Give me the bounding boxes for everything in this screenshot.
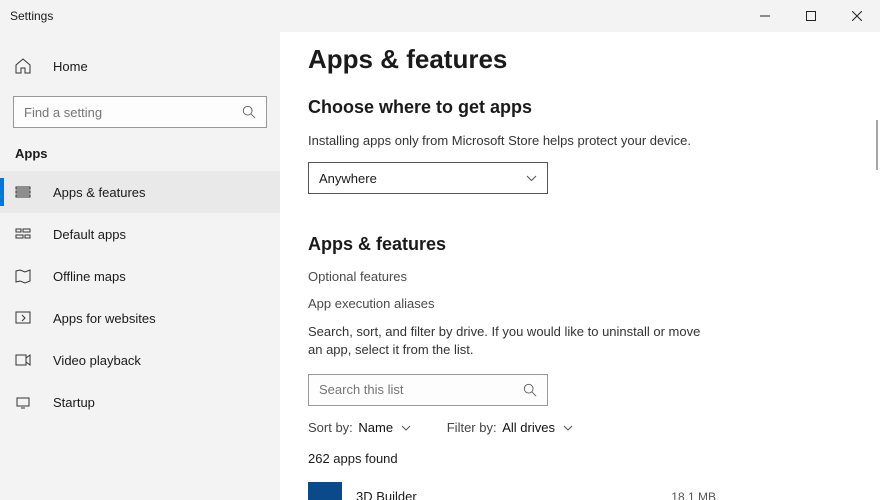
sidebar-heading: Apps [0,146,280,161]
chevron-down-icon [563,425,573,431]
titlebar: Settings [0,0,880,32]
home-icon [15,58,33,74]
search-icon [523,383,537,397]
offline-maps-icon [15,268,33,284]
dropdown-value: Anywhere [319,171,377,186]
main-content: Apps & features Choose where to get apps… [280,32,880,500]
startup-icon [15,394,33,410]
sidebar-item-apps-for-websites[interactable]: Apps for websites [0,297,280,339]
sidebar-search[interactable] [13,96,267,128]
sidebar-item-label: Video playback [53,353,141,368]
filter-by[interactable]: Filter by: All drives [447,420,573,435]
filter-value: All drives [502,420,555,435]
app-name: 3D Builder [356,489,657,500]
where-dropdown[interactable]: Anywhere [308,162,548,194]
section-help-list: Search, sort, and filter by drive. If yo… [308,323,718,359]
chevron-down-icon [401,425,411,431]
page-title: Apps & features [308,44,850,75]
sidebar-item-label: Default apps [53,227,126,242]
app-search[interactable] [308,374,548,406]
apps-features-icon [15,184,33,200]
filter-label: Filter by: [447,420,497,435]
sidebar-item-label: Apps for websites [53,311,156,326]
section-help-where: Installing apps only from Microsoft Stor… [308,132,718,150]
link-optional-features[interactable]: Optional features [308,269,850,284]
sidebar-search-input[interactable] [24,105,242,120]
sidebar-nav: Apps & features Default apps Offline map… [0,171,280,423]
sort-value: Name [358,420,393,435]
window-title: Settings [0,9,53,23]
link-app-execution-aliases[interactable]: App execution aliases [308,296,850,311]
sidebar-item-video-playback[interactable]: Video playback [0,339,280,381]
close-button[interactable] [834,0,880,32]
maximize-button[interactable] [788,0,834,32]
search-icon [242,105,256,119]
app-icon [308,482,342,500]
scrollbar[interactable] [876,120,878,170]
sidebar: Home Apps Apps & features Default apps O… [0,32,280,500]
window-controls [742,0,880,32]
chevron-down-icon [526,175,537,182]
sidebar-item-apps-features[interactable]: Apps & features [0,171,280,213]
app-search-input[interactable] [319,382,523,397]
section-heading-where: Choose where to get apps [308,97,850,118]
sidebar-item-default-apps[interactable]: Default apps [0,213,280,255]
video-playback-icon [15,352,33,368]
app-row[interactable]: 3D Builder 18.1 MB [308,482,850,500]
sort-label: Sort by: [308,420,353,435]
sidebar-item-label: Startup [53,395,95,410]
home-nav[interactable]: Home [0,48,280,84]
sort-by[interactable]: Sort by: Name [308,420,411,435]
home-label: Home [53,59,88,74]
sidebar-item-label: Apps & features [53,185,146,200]
default-apps-icon [15,226,33,242]
app-size: 18.1 MB [671,490,716,500]
sidebar-item-offline-maps[interactable]: Offline maps [0,255,280,297]
sidebar-item-label: Offline maps [53,269,126,284]
apps-for-websites-icon [15,310,33,326]
apps-count: 262 apps found [308,451,850,466]
sidebar-item-startup[interactable]: Startup [0,381,280,423]
section-heading-list: Apps & features [308,234,850,255]
minimize-button[interactable] [742,0,788,32]
